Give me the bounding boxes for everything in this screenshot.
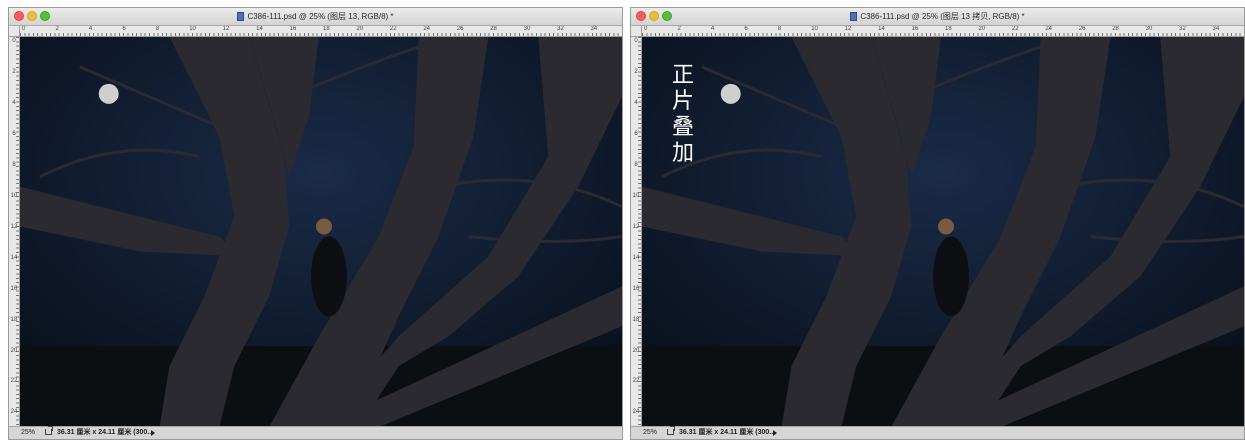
document-size: 36.31 厘米 x 24.11 厘米 (300...: [679, 429, 776, 436]
moon: [720, 83, 741, 104]
ruler-tick-label: 8: [12, 161, 16, 168]
vertical-ruler[interactable]: 0 2 4 6 8 10 12 14 16 18 20 22 24: [631, 37, 642, 427]
document-window-left[interactable]: C386-111.psd @ 25% (图层 13, RGB/8) * 0246…: [8, 7, 623, 440]
ruler-tick-label: 16: [10, 285, 18, 292]
ruler-tick-label: 0: [12, 38, 16, 44]
ruler-tick-label: 28: [490, 26, 497, 32]
ruler-tick-label: 12: [844, 26, 852, 32]
ruler-tick-label: 16: [632, 285, 640, 292]
ruler-tick-label: 16: [911, 26, 919, 32]
ruler-tick-label: 14: [256, 26, 263, 32]
document-canvas[interactable]: [20, 37, 622, 427]
ruler-tick-label: 20: [632, 347, 640, 354]
document-size: 36.31 厘米 x 24.11 厘米 (300...: [57, 429, 154, 436]
ruler-tick-label: 14: [632, 254, 640, 261]
ruler-tick-label: 20: [978, 26, 986, 32]
night-tree-photo: [20, 37, 622, 427]
ruler-tick-label: 4: [634, 99, 638, 106]
psd-file-icon: [237, 12, 245, 21]
ruler-tick-label: 12: [222, 26, 230, 32]
ruler-tick-label: 18: [945, 26, 952, 32]
night-tree-photo: [642, 37, 1244, 427]
document-window-right[interactable]: C386-111.psd @ 25% (图层 13 拷贝, RGB/8) * 0…: [630, 7, 1245, 440]
ruler-tick-label: 10: [811, 26, 818, 32]
ruler-corner[interactable]: [631, 26, 642, 37]
ruler-tick-label: 2: [634, 68, 638, 75]
ruler-tick-label: 6: [744, 26, 748, 32]
ruler-tick-label: 22: [10, 378, 18, 385]
ruler-tick-label: 2: [12, 68, 16, 75]
ruler-tick-label: 6: [122, 26, 126, 32]
ruler-tick-label: 4: [88, 26, 93, 32]
caption-char: 正: [672, 63, 695, 88]
zoom-level[interactable]: 25%: [21, 427, 35, 438]
ruler-tick-label: 24: [10, 409, 18, 416]
ruler-tick-label: 0: [22, 26, 26, 32]
ruler-tick-label: 22: [1011, 26, 1019, 32]
status-bar: 25% 36.31 厘米 x 24.11 厘米 (300...: [9, 426, 622, 439]
horizontal-ruler[interactable]: 0 2 4 6 8 10 12 14 16 18 20 22 24 26 28 30 32 34: [642, 26, 1244, 37]
ruler-tick-label: 20: [356, 26, 364, 32]
share-icon[interactable]: [45, 426, 53, 435]
ruler-tick-label: 0: [634, 38, 638, 44]
ruler-tick-label: 10: [10, 192, 18, 199]
ruler-tick-label: 4: [12, 99, 16, 106]
ruler-tick-label: 18: [10, 316, 18, 323]
title-bar[interactable]: C386-111.psd @ 25% (图层 13, RGB/8) *: [9, 8, 622, 26]
ruler-tick-label: 22: [389, 26, 397, 32]
ruler-tick-label: 14: [878, 26, 885, 32]
ruler-tick-label: 18: [632, 316, 640, 323]
ruler-tick-label: 8: [155, 26, 160, 32]
horizontal-ruler[interactable]: 0 2 4 6 8 10 12 14 16 18 20 22 24 26 28 30 32 34: [20, 26, 622, 37]
ruler-tick-label: 10: [189, 26, 196, 32]
status-menu-arrow-icon[interactable]: [151, 430, 155, 436]
ruler-tick-label: 30: [523, 26, 531, 32]
document-canvas[interactable]: 正 片 叠 加: [642, 37, 1244, 427]
status-menu-arrow-icon[interactable]: [773, 430, 777, 436]
ruler-tick-label: 22: [632, 378, 640, 385]
share-icon[interactable]: [667, 426, 675, 435]
caption-char: 片: [672, 89, 695, 114]
ruler-tick-label: 24: [423, 26, 431, 32]
ruler-tick-label: 16: [289, 26, 297, 32]
zoom-level[interactable]: 25%: [643, 427, 657, 438]
ruler-tick-label: 34: [590, 26, 598, 32]
ruler-tick-label: 2: [677, 26, 681, 32]
caption-char: 叠: [672, 115, 695, 140]
ruler-tick-label: 14: [10, 254, 18, 261]
ruler-tick-label: 30: [1145, 26, 1153, 32]
window-title: C386-111.psd @ 25% (图层 13 拷贝, RGB/8) *: [860, 12, 1025, 21]
ruler-tick-label: 24: [632, 409, 640, 416]
ruler-tick-label: 6: [12, 130, 16, 137]
ruler-tick-label: 12: [632, 223, 640, 230]
ruler-tick-label: 28: [1112, 26, 1119, 32]
ruler-tick-label: 8: [777, 26, 782, 32]
ruler-tick-label: 18: [323, 26, 330, 32]
ruler-tick-label: 8: [634, 161, 638, 168]
ruler-tick-label: 2: [55, 26, 59, 32]
ruler-tick-label: 34: [1212, 26, 1220, 32]
ruler-tick-label: 26: [456, 26, 464, 32]
caption-char: 加: [672, 141, 695, 166]
ruler-tick-label: 24: [1045, 26, 1053, 32]
status-bar: 25% 36.31 厘米 x 24.11 厘米 (300...: [631, 426, 1244, 439]
ruler-tick-label: 32: [1179, 26, 1186, 32]
window-title: C386-111.psd @ 25% (图层 13, RGB/8) *: [247, 12, 394, 21]
psd-file-icon: [850, 12, 858, 21]
ruler-tick-label: 20: [10, 347, 18, 354]
ruler-tick-label: 32: [557, 26, 564, 32]
ruler-tick-label: 6: [634, 130, 638, 137]
vertical-ruler[interactable]: 0 2 4 6 8 10 12 14 16 18 20 22 24: [9, 37, 20, 427]
overlay-caption: 正 片 叠 加: [672, 63, 696, 167]
ruler-tick-label: 4: [710, 26, 715, 32]
ruler-tick-label: 10: [632, 192, 640, 199]
ruler-tick-label: 26: [1078, 26, 1086, 32]
ruler-tick-label: 0: [644, 26, 648, 32]
moon: [98, 83, 119, 104]
ruler-corner[interactable]: [9, 26, 20, 37]
ruler-tick-label: 12: [10, 223, 18, 230]
title-bar[interactable]: C386-111.psd @ 25% (图层 13 拷贝, RGB/8) *: [631, 8, 1244, 26]
